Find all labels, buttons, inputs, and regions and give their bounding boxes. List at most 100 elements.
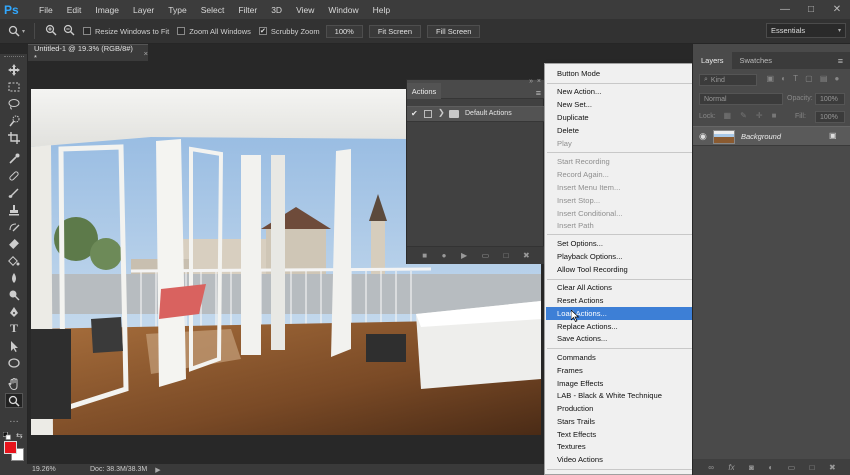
- eyedropper-tool-icon[interactable]: [5, 151, 23, 166]
- panel-menu-icon[interactable]: ≡: [830, 52, 850, 69]
- clone-stamp-tool-icon[interactable]: [5, 202, 23, 217]
- delete-layer-icon[interactable]: ✖: [829, 463, 836, 472]
- menu-type[interactable]: Type: [161, 5, 193, 15]
- menu-window[interactable]: Window: [321, 5, 365, 15]
- zoom-100-button[interactable]: 100%: [325, 24, 363, 38]
- menu-item-duplicate[interactable]: Duplicate: [546, 111, 693, 124]
- lock-all-icon[interactable]: ■: [772, 111, 777, 120]
- menu-item-textures[interactable]: Textures: [546, 440, 693, 453]
- expand-triangle-icon[interactable]: ❯: [438, 108, 445, 117]
- lasso-tool-icon[interactable]: [5, 96, 23, 111]
- zoom-tool-icon[interactable]: [5, 393, 23, 408]
- pen-tool-icon[interactable]: [5, 304, 23, 319]
- zoom-all-windows-checkbox[interactable]: Zoom All Windows: [177, 27, 251, 36]
- fill-screen-button[interactable]: Fill Screen: [427, 24, 481, 38]
- menu-item-insert-menu-item[interactable]: Insert Menu Item...: [546, 181, 693, 194]
- menu-item-stars-trails[interactable]: Stars Trails: [546, 415, 693, 428]
- crop-tool-icon[interactable]: [5, 130, 23, 145]
- marquee-tool-icon[interactable]: [5, 79, 23, 94]
- default-colors-icon[interactable]: [2, 431, 11, 440]
- adjustment-layer-icon[interactable]: ◐: [768, 463, 773, 472]
- quick-selection-tool-icon[interactable]: [5, 113, 23, 128]
- menu-item-save-actions[interactable]: Save Actions...: [546, 332, 693, 345]
- move-tool-icon[interactable]: [5, 62, 23, 77]
- foreground-color-swatch[interactable]: [4, 441, 17, 454]
- close-tab-icon[interactable]: ×: [144, 49, 148, 58]
- layer-style-icon[interactable]: fx: [728, 463, 734, 472]
- filter-toggle-icon[interactable]: ●: [835, 74, 840, 86]
- new-group-icon[interactable]: ▭: [788, 463, 796, 472]
- menu-item-insert-path[interactable]: Insert Path: [546, 219, 693, 232]
- new-set-folder-icon[interactable]: ▭: [482, 251, 490, 260]
- filter-shape-icon[interactable]: ▢: [805, 74, 813, 86]
- action-set-row[interactable]: ✔ ❯ Default Actions: [407, 106, 545, 122]
- paint-bucket-tool-icon[interactable]: [5, 253, 23, 268]
- swap-colors-icon[interactable]: ⇆: [16, 431, 23, 440]
- link-layers-icon[interactable]: ∞: [708, 463, 714, 472]
- menu-item-load-actions[interactable]: Load Actions...: [546, 307, 693, 320]
- menu-item-playback-options[interactable]: Playback Options...: [546, 250, 693, 263]
- scrubby-zoom-checkbox[interactable]: ✔ Scrubby Zoom: [258, 27, 320, 36]
- panel-menu-icon[interactable]: ≡: [536, 88, 541, 98]
- workspace-select[interactable]: Essentials ▾: [766, 23, 846, 38]
- zoom-out-icon[interactable]: [63, 24, 75, 38]
- menu-filter[interactable]: Filter: [231, 5, 264, 15]
- blur-tool-icon[interactable]: [5, 270, 23, 285]
- maximize-icon[interactable]: □: [798, 0, 824, 19]
- toolbar-grip[interactable]: [4, 56, 24, 59]
- shape-tool-icon[interactable]: [5, 355, 23, 370]
- zoom-tool-icon[interactable]: ▾: [8, 25, 30, 37]
- menu-item-insert-stop[interactable]: Insert Stop...: [546, 194, 693, 207]
- collapse-panel-icon[interactable]: »: [529, 78, 533, 85]
- type-tool-icon[interactable]: T: [5, 321, 23, 336]
- tab-swatches[interactable]: Swatches: [732, 52, 781, 69]
- menu-item-frames[interactable]: Frames: [546, 364, 693, 377]
- zoom-level[interactable]: 19.26%: [32, 466, 90, 473]
- path-selection-tool-icon[interactable]: [5, 338, 23, 353]
- brush-tool-icon[interactable]: [5, 185, 23, 200]
- lock-position-icon[interactable]: ✛: [756, 111, 763, 120]
- layer-row-background[interactable]: ◉ Background ▣: [693, 126, 850, 146]
- menu-item-reset-actions[interactable]: Reset Actions: [546, 294, 693, 307]
- menu-item-delete[interactable]: Delete: [546, 124, 693, 137]
- menu-image[interactable]: Image: [88, 5, 126, 15]
- filter-kind-select[interactable]: ⌕ Kind: [699, 74, 757, 86]
- menu-view[interactable]: View: [289, 5, 321, 15]
- close-panel-icon[interactable]: ×: [537, 78, 541, 85]
- history-brush-tool-icon[interactable]: [5, 219, 23, 234]
- trash-icon[interactable]: ✖: [523, 251, 530, 260]
- record-icon[interactable]: ●: [442, 251, 447, 260]
- menu-file[interactable]: File: [32, 5, 60, 15]
- filter-pixel-icon[interactable]: ▣: [767, 74, 775, 86]
- menu-item-new-set[interactable]: New Set...: [546, 98, 693, 111]
- play-icon[interactable]: ▶: [461, 251, 467, 260]
- stop-icon[interactable]: ■: [422, 251, 427, 260]
- visibility-eye-icon[interactable]: ◉: [699, 131, 707, 142]
- menu-item-set-options[interactable]: Set Options...: [546, 237, 693, 250]
- status-arrow-icon[interactable]: ▶: [155, 466, 160, 474]
- filter-type-icon[interactable]: T: [793, 74, 798, 86]
- healing-brush-tool-icon[interactable]: [5, 168, 23, 183]
- fill-input[interactable]: 100%: [815, 111, 845, 123]
- close-icon[interactable]: ✕: [824, 0, 850, 19]
- lock-transparent-icon[interactable]: ▦: [724, 111, 732, 120]
- eraser-tool-icon[interactable]: [5, 236, 23, 251]
- toggle-item-checkmark-icon[interactable]: ✔: [411, 109, 418, 118]
- menu-item-video-actions[interactable]: Video Actions: [546, 453, 693, 466]
- hand-tool-icon[interactable]: [5, 376, 23, 391]
- zoom-in-icon[interactable]: [45, 24, 57, 38]
- tab-layers[interactable]: Layers: [693, 52, 732, 69]
- dialog-toggle-icon[interactable]: [424, 110, 432, 118]
- menu-item-production[interactable]: Production: [546, 402, 693, 415]
- tab-actions[interactable]: Actions: [407, 83, 441, 99]
- lock-pixels-icon[interactable]: ✎: [740, 111, 747, 120]
- menu-item-button-mode[interactable]: Button Mode: [546, 67, 693, 80]
- new-layer-icon[interactable]: □: [810, 463, 815, 472]
- menu-item-play[interactable]: Play: [546, 137, 693, 150]
- menu-edit[interactable]: Edit: [60, 5, 89, 15]
- filter-smart-object-icon[interactable]: ▤: [820, 74, 828, 86]
- more-tools-icon[interactable]: …: [5, 412, 23, 427]
- menu-item-record-again[interactable]: Record Again...: [546, 168, 693, 181]
- menu-item-start-recording[interactable]: Start Recording: [546, 155, 693, 168]
- menu-item-allow-tool-recording[interactable]: Allow Tool Recording: [546, 263, 693, 276]
